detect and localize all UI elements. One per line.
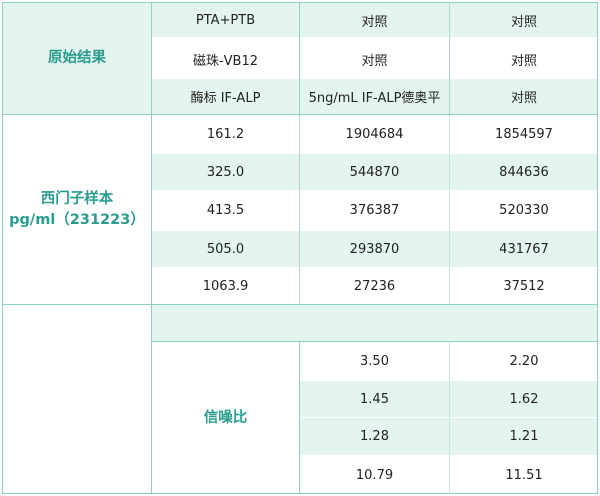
table-cell: 对照	[510, 91, 537, 106]
table-cell: 1063.9	[202, 278, 249, 294]
table-cell: 1.45	[360, 391, 389, 407]
section2-label-line1: 西门子样本	[40, 190, 114, 207]
table-cell: 对照	[510, 14, 537, 30]
table-cell: 844636	[499, 164, 549, 180]
table-cell: 磁珠-VB12	[192, 53, 259, 69]
table-cell: 11.51	[505, 467, 543, 483]
table-cell: 1.62	[509, 391, 539, 407]
table-cell: 1.21	[509, 429, 539, 444]
table-cell: 1.28	[360, 429, 389, 444]
table-cell: 1904684	[345, 126, 404, 142]
table-cell: 对照	[361, 53, 388, 69]
table-cell: 10.79	[355, 467, 394, 483]
table-cell: 3.50	[360, 353, 389, 369]
section3-label: 信噪比	[203, 409, 248, 426]
table-cell: 376387	[349, 203, 400, 218]
table-cell: 431767	[499, 241, 549, 257]
section2-label: 西门子样本 pg/ml（231223）	[3, 115, 151, 304]
table-cell: 161.2	[206, 126, 245, 142]
table-cell: 2.20	[509, 353, 539, 369]
table-cell: 293870	[349, 241, 400, 257]
table-cell: 对照	[510, 53, 537, 69]
result-table: { "section1": { "label": "原始结果", "rows":…	[0, 0, 600, 496]
table-cell: 对照	[361, 14, 388, 30]
section1-label: 原始结果	[48, 50, 106, 66]
section2-label-line2: pg/ml（231223）	[9, 211, 145, 228]
table-cell: PTA+PTB	[195, 12, 256, 28]
table-cell: 520330	[499, 203, 549, 218]
table-cell: 544870	[349, 164, 400, 180]
table-cell: 413.5	[206, 203, 245, 218]
section-divider	[2, 304, 598, 305]
table-cell: 1854597	[495, 126, 553, 142]
table-cell: 37512	[503, 278, 545, 294]
table-cell: 325.0	[206, 164, 245, 180]
table-cell: 27236	[353, 278, 396, 294]
table-cell: 酶标 IF-ALP	[190, 91, 261, 106]
table-cell: 505.0	[206, 241, 245, 257]
table-cell: 5ng/mL IF-ALP德奥平	[308, 91, 441, 106]
